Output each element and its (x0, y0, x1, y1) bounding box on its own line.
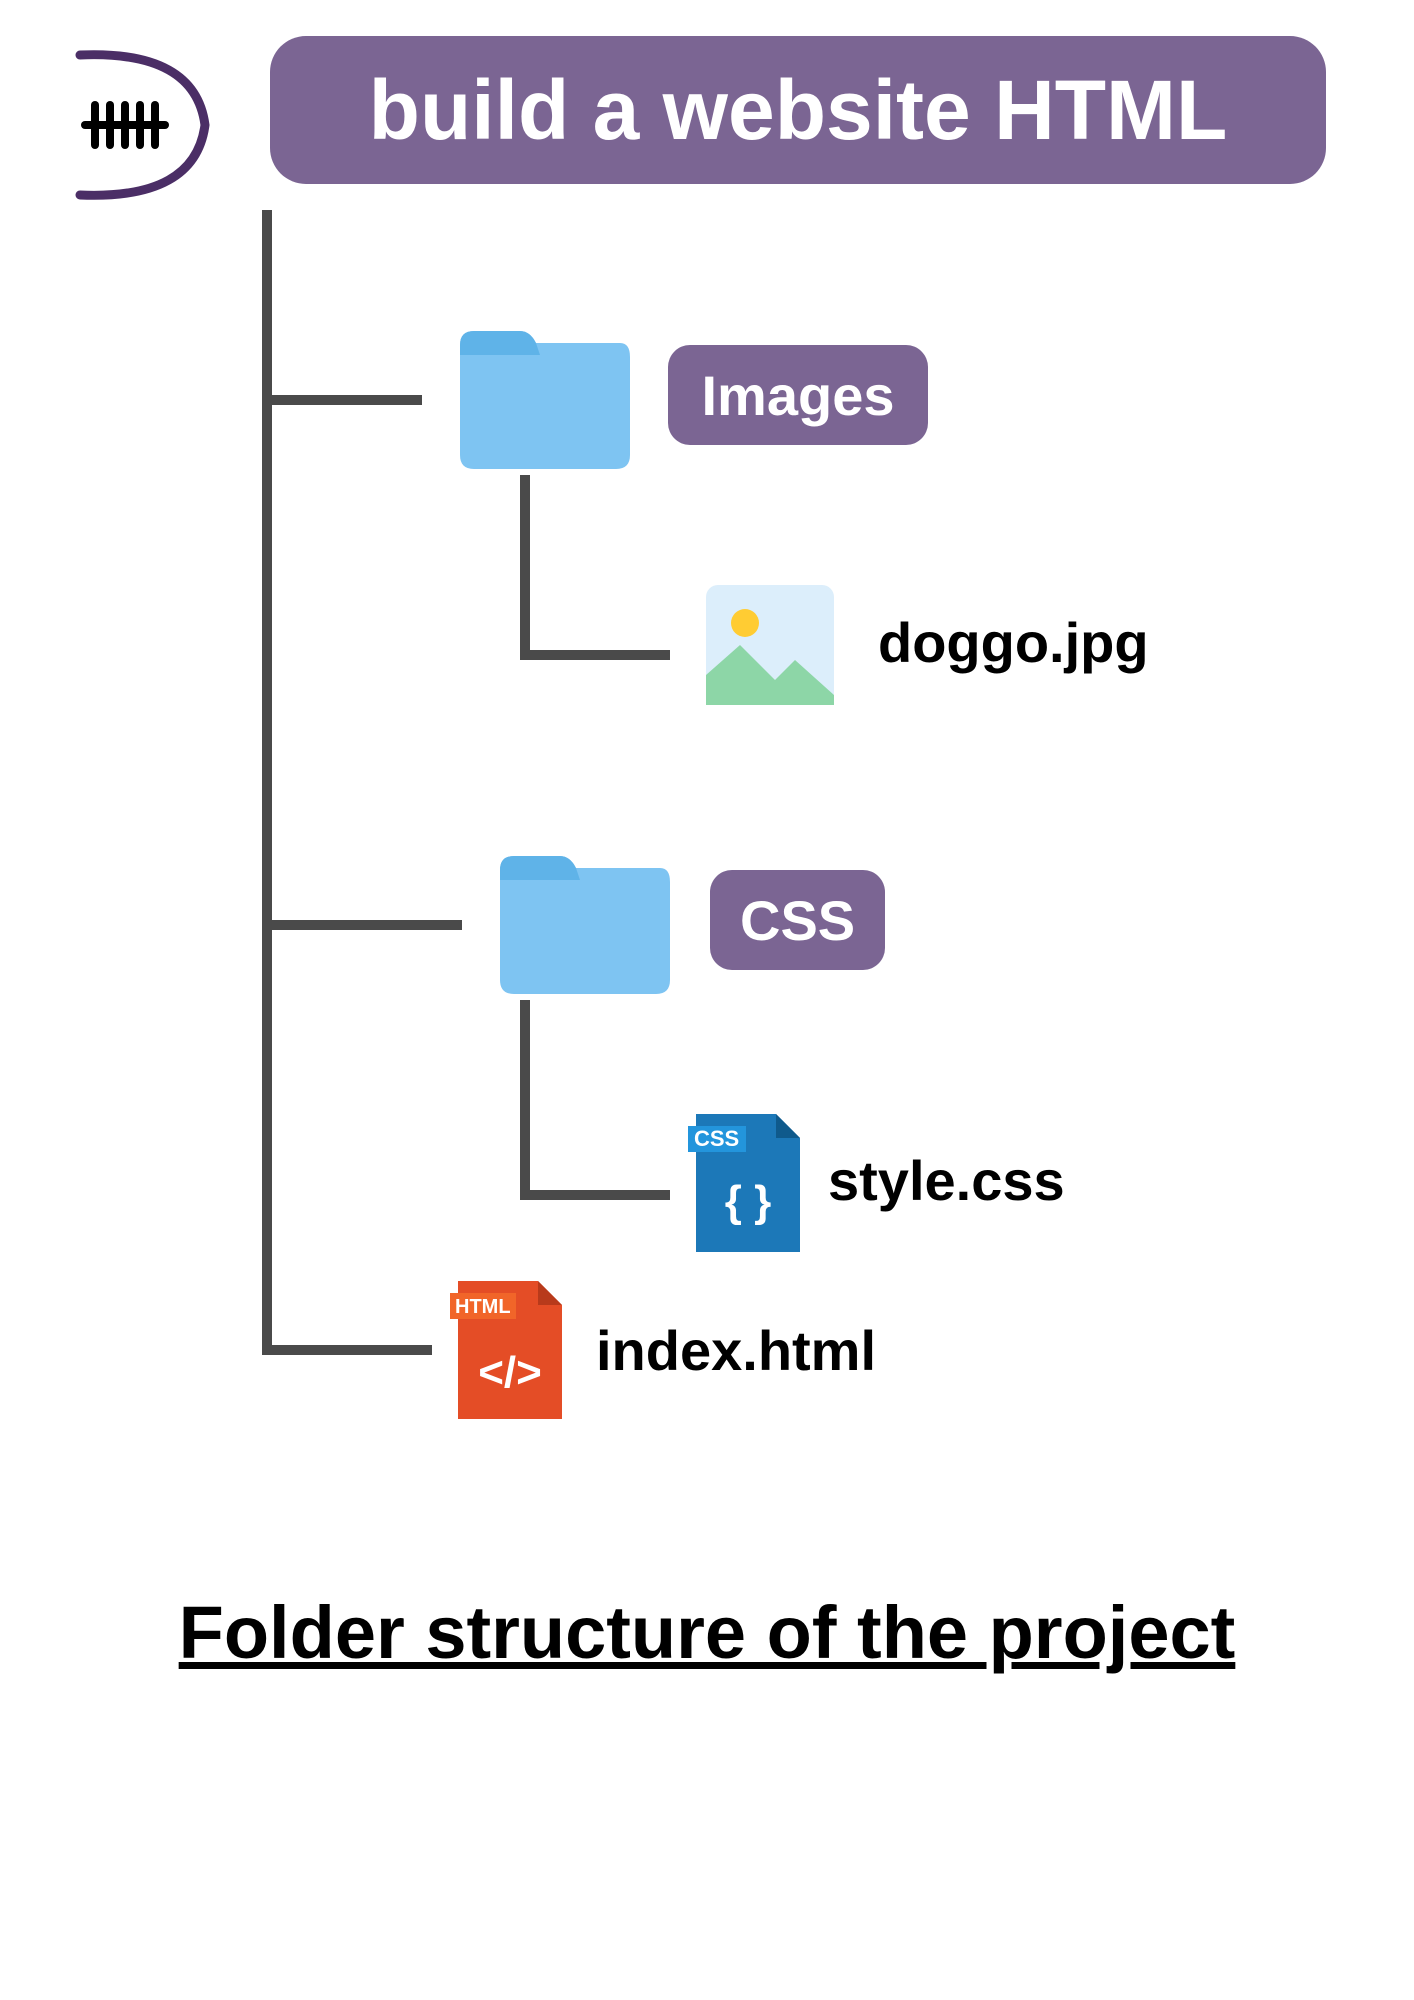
diagram-caption: Folder structure of the project (40, 1590, 1374, 1675)
image-file-icon (700, 575, 840, 720)
svg-text:CSS: CSS (694, 1126, 739, 1151)
file-label-index: index.html (596, 1318, 876, 1383)
logo-icon (55, 40, 225, 215)
folder-label-images: Images (702, 363, 895, 428)
subtrunk-css (520, 1000, 530, 1200)
svg-text:{ }: { } (725, 1177, 771, 1226)
folder-label-css: CSS (740, 888, 855, 953)
subbranch-style (520, 1190, 670, 1200)
css-file-icon: CSS { } (688, 1108, 808, 1263)
folder-icon-images (450, 315, 630, 480)
subbranch-doggo (520, 650, 670, 660)
svg-text:HTML: HTML (455, 1296, 511, 1318)
file-label-style: style.css (828, 1148, 1065, 1213)
root-folder-label: build a website HTML (369, 62, 1228, 159)
tree-trunk (262, 210, 272, 1355)
folder-pill-css: CSS (710, 870, 885, 970)
folder-icon-css (490, 840, 670, 1005)
subtrunk-images (520, 475, 530, 660)
branch-index (262, 1345, 432, 1355)
folder-pill-images: Images (668, 345, 928, 445)
html-file-icon: HTML </> (450, 1275, 570, 1430)
file-label-doggo: doggo.jpg (878, 610, 1149, 675)
branch-css (262, 920, 462, 930)
svg-text:</>: </> (478, 1348, 542, 1397)
diagram-canvas: build a website HTML Images doggo.jpg (0, 0, 1414, 2000)
root-folder-pill: build a website HTML (270, 36, 1326, 184)
branch-images (262, 395, 422, 405)
